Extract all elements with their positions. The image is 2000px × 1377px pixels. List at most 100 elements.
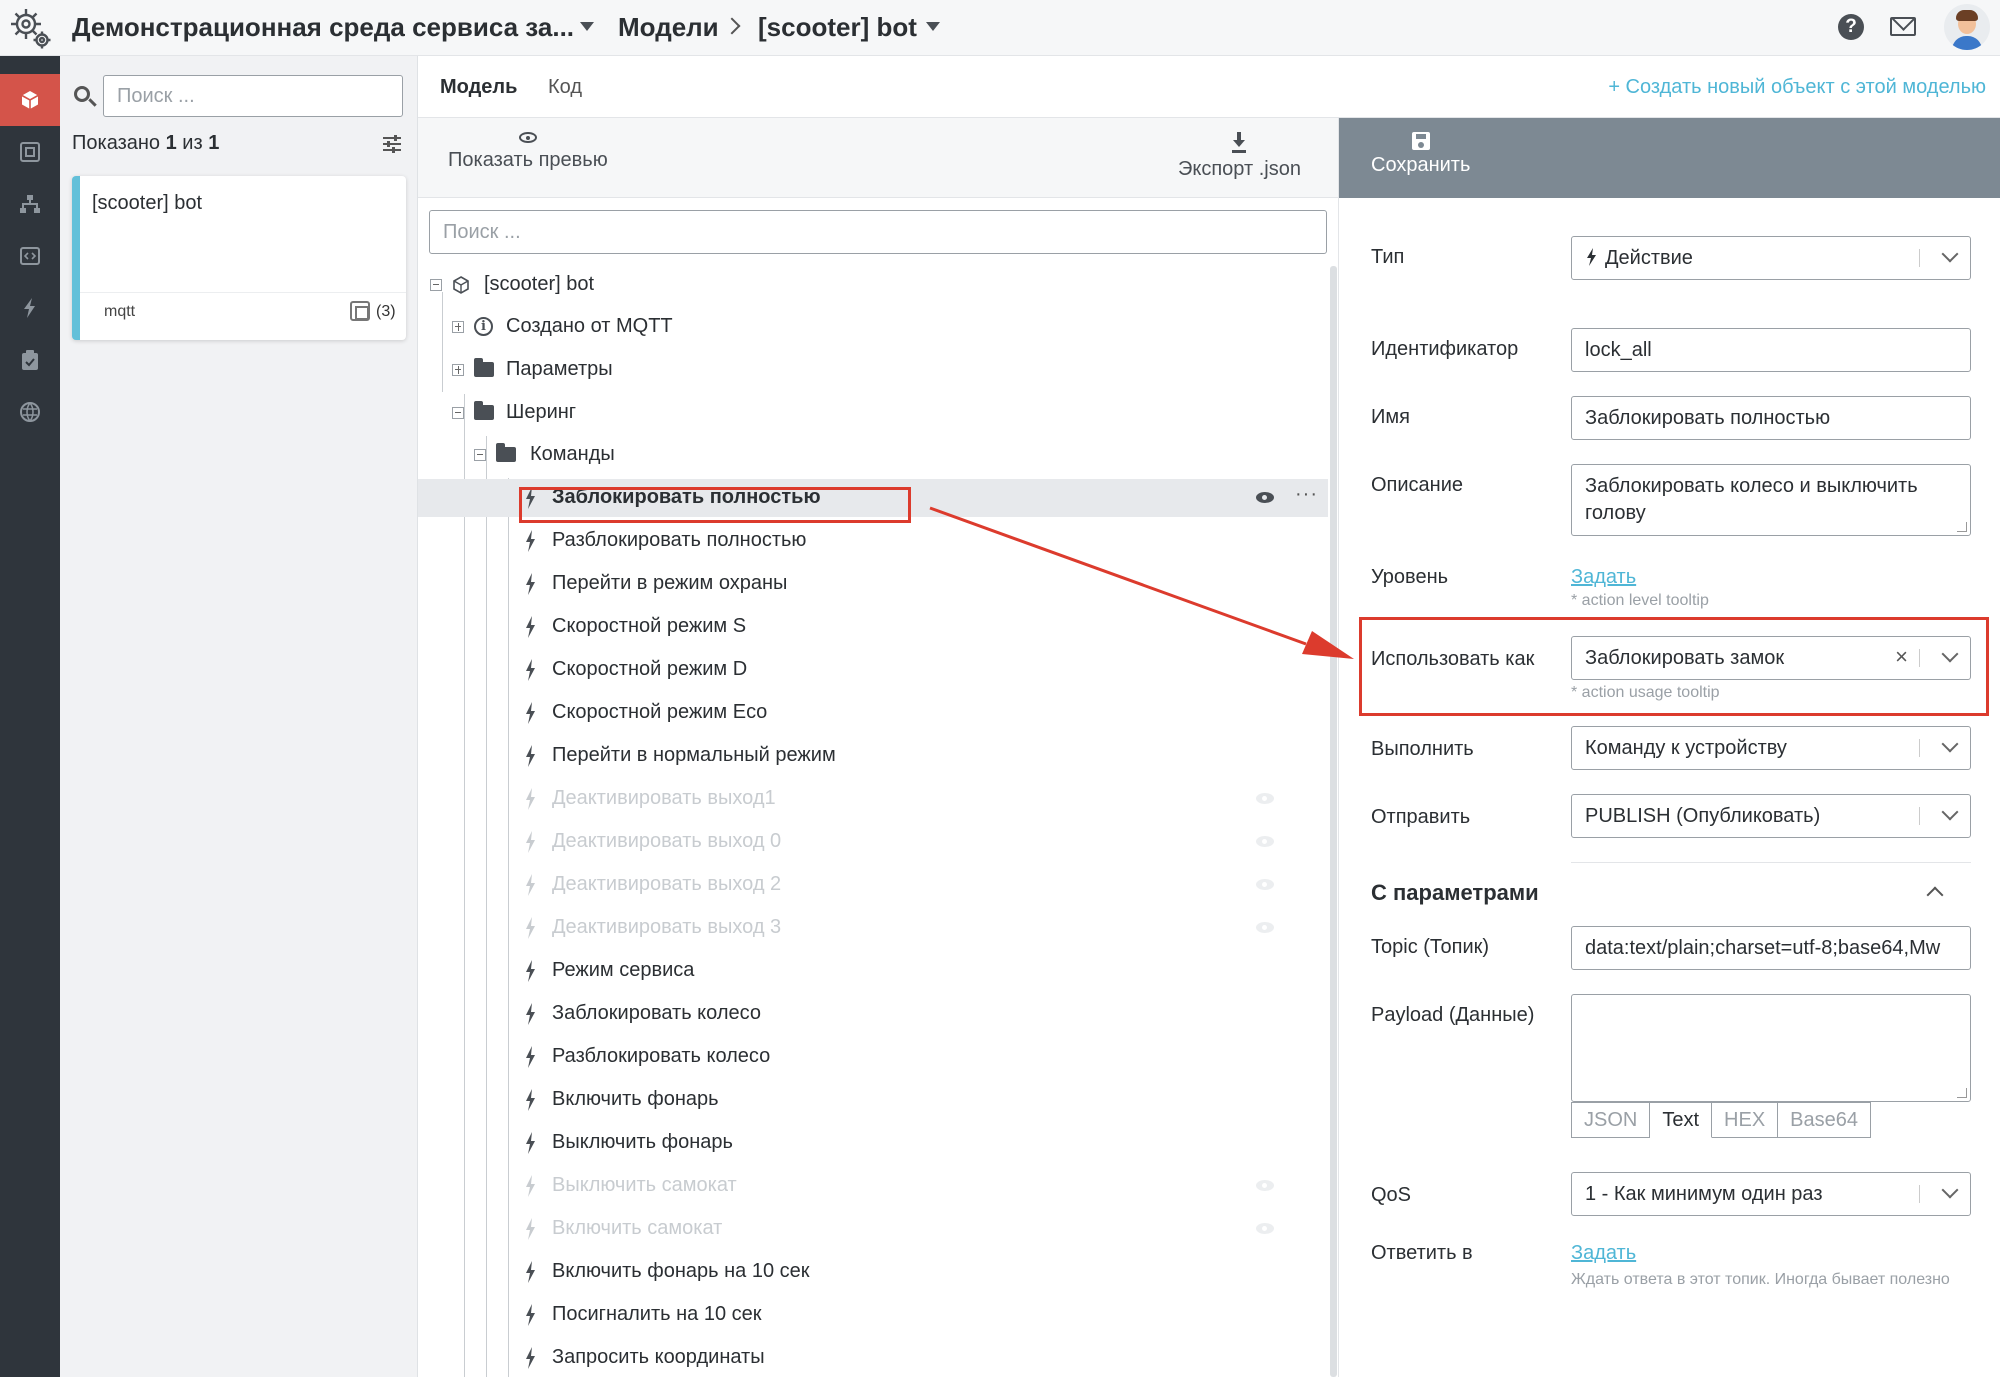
tree-node-command[interactable]: Перейти в нормальный режим	[418, 737, 1328, 775]
collapse-toggle-icon[interactable]	[430, 279, 442, 291]
preview-eye-icon[interactable]	[1256, 793, 1274, 804]
payload-field[interactable]	[1571, 994, 1971, 1102]
bolt-icon	[526, 917, 535, 939]
nav-item-code[interactable]	[0, 230, 60, 282]
model-switcher-caret-icon[interactable]	[926, 22, 940, 31]
tree-node-command[interactable]: Перейти в режим охраны	[418, 565, 1328, 603]
chevron-up-icon[interactable]	[1926, 886, 1944, 904]
tab-model[interactable]: Модель	[440, 76, 517, 99]
format-tab-base64[interactable]: Base64	[1778, 1102, 1871, 1138]
export-json-label: Экспорт .json	[1178, 158, 1301, 180]
expand-toggle-icon[interactable]	[452, 321, 464, 333]
tree-node-command[interactable]: Режим сервиса	[418, 952, 1328, 990]
tree-node-sharing[interactable]: Шеринг	[418, 394, 1328, 432]
preview-eye-icon[interactable]	[1256, 879, 1274, 890]
tree-node-command[interactable]: Включить самокат	[418, 1210, 1328, 1248]
nav-item-devices[interactable]	[0, 126, 60, 178]
tree-node-command[interactable]: Заблокировать колесо	[418, 995, 1328, 1033]
tree-node-command[interactable]: Разблокировать полностью	[418, 522, 1328, 560]
set-reply-topic-link[interactable]: Задать	[1571, 1242, 1636, 1265]
tree-node-command[interactable]: Деактивировать выход 3	[418, 909, 1328, 947]
tree-node-command[interactable]: Деактивировать выход 0	[418, 823, 1328, 861]
tree-node-label: Параметры	[506, 358, 613, 380]
filter-settings-icon[interactable]	[382, 134, 402, 154]
tab-code[interactable]: Код	[548, 76, 582, 99]
name-field[interactable]: Заблокировать полностью	[1571, 396, 1971, 440]
tree-node-command[interactable]: Разблокировать колесо	[418, 1038, 1328, 1076]
expand-toggle-icon[interactable]	[452, 364, 464, 376]
topic-field[interactable]: data:text/plain;charset=utf-8;base64,Mw	[1571, 926, 1971, 970]
nav-item-actions[interactable]	[0, 282, 60, 334]
type-select[interactable]: Действие	[1571, 236, 1971, 280]
export-json-button[interactable]: Экспорт .json	[1178, 132, 1301, 181]
bolt-icon	[526, 831, 535, 853]
shown-count-label: Показано 1 из 1	[72, 132, 219, 155]
tree-node-command[interactable]: Запросить координаты	[418, 1339, 1328, 1377]
app-switcher-caret-icon[interactable]	[580, 22, 594, 31]
tree-node-commands[interactable]: Команды	[418, 436, 1328, 474]
tree-search-input[interactable]	[429, 210, 1327, 254]
gear-icon[interactable]	[6, 4, 54, 52]
help-icon[interactable]: ?	[1838, 14, 1864, 40]
tree-node-label: Скоростной режим S	[552, 615, 747, 637]
save-button[interactable]: Сохранить	[1371, 132, 1470, 177]
chevron-down-icon	[1941, 1181, 1959, 1199]
format-tab-text[interactable]: Text	[1650, 1102, 1713, 1138]
show-preview-button[interactable]: Показать превью	[448, 132, 608, 172]
more-actions-icon[interactable]: ···	[1295, 483, 1318, 506]
tree-node-created[interactable]: i Создано от MQTT	[418, 308, 1328, 346]
description-field[interactable]: Заблокировать колесо и выключить голову	[1571, 464, 1971, 536]
tree-node-label: Разблокировать полностью	[552, 529, 807, 551]
tree-node-command[interactable]: Скоростной режим S	[418, 608, 1328, 646]
tree-node-command[interactable]: Скоростной режим D	[418, 651, 1328, 689]
breadcrumb-models[interactable]: Модели	[618, 12, 719, 43]
tree-node-command[interactable]: Деактивировать выход 2	[418, 866, 1328, 904]
tree-node-command[interactable]: Выключить самокат	[418, 1167, 1328, 1205]
send-select[interactable]: PUBLISH (Опубликовать)	[1571, 794, 1971, 838]
resize-handle-icon[interactable]	[1957, 1088, 1967, 1098]
execute-value: Команду к устройству	[1585, 737, 1787, 759]
app-title[interactable]: Демонстрационная среда сервиса за...	[72, 12, 574, 43]
preview-eye-icon[interactable]	[1256, 1180, 1274, 1191]
tree-node-root[interactable]: [scooter] bot	[418, 266, 1328, 304]
tree-node-label: Создано от MQTT	[506, 315, 673, 337]
nav-item-tasks[interactable]	[0, 334, 60, 386]
nav-rail	[0, 56, 60, 1377]
eye-icon	[518, 132, 537, 143]
avatar[interactable]	[1944, 4, 1990, 50]
collapse-toggle-icon[interactable]	[474, 449, 486, 461]
nav-item-models[interactable]	[0, 74, 60, 126]
nav-item-hierarchy[interactable]	[0, 178, 60, 230]
resize-handle-icon[interactable]	[1957, 522, 1967, 532]
mail-icon[interactable]	[1890, 17, 1916, 36]
format-tab-hex[interactable]: HEX	[1712, 1102, 1779, 1138]
tree-node-command[interactable]: Выключить фонарь	[418, 1124, 1328, 1162]
nav-item-network[interactable]	[0, 386, 60, 438]
model-card[interactable]: [scooter] bot mqtt (3)	[72, 176, 406, 340]
breadcrumb-current-model[interactable]: [scooter] bot	[758, 12, 917, 43]
models-search-input[interactable]	[103, 75, 403, 117]
set-level-link[interactable]: Задать	[1571, 566, 1636, 589]
device-icon	[20, 142, 40, 162]
show-preview-label: Показать превью	[448, 149, 608, 171]
identifier-field[interactable]: lock_all	[1571, 328, 1971, 372]
tree-node-command[interactable]: Включить фонарь	[418, 1081, 1328, 1119]
models-list-pane: Показано 1 из 1 [scooter] bot mqtt (3)	[60, 56, 418, 1377]
create-object-link[interactable]: + Создать новый объект с этой моделью	[1608, 76, 1986, 99]
model-card-title: [scooter] bot	[92, 192, 203, 214]
preview-eye-icon[interactable]	[1256, 922, 1274, 933]
preview-eye-icon[interactable]	[1256, 1223, 1274, 1234]
format-tab-json[interactable]: JSON	[1571, 1102, 1651, 1138]
tree-node-command[interactable]: Включить фонарь на 10 сек	[418, 1253, 1328, 1291]
preview-eye-icon[interactable]	[1256, 836, 1274, 847]
tree-node-command[interactable]: Деактивировать выход1	[418, 780, 1328, 818]
preview-eye-icon[interactable]	[1256, 492, 1274, 503]
tree-scrollbar[interactable]	[1330, 266, 1337, 1377]
qos-select[interactable]: 1 - Как минимум один раз	[1571, 1172, 1971, 1216]
tree-node-command[interactable]: Скоростной режим Eco	[418, 694, 1328, 732]
execute-select[interactable]: Команду к устройству	[1571, 726, 1971, 770]
collapse-toggle-icon[interactable]	[452, 407, 464, 419]
tree-node-command[interactable]: Посигналить на 10 сек	[418, 1296, 1328, 1334]
params-section-title[interactable]: С параметрами	[1371, 880, 1539, 906]
tree-node-params[interactable]: Параметры	[418, 351, 1328, 389]
